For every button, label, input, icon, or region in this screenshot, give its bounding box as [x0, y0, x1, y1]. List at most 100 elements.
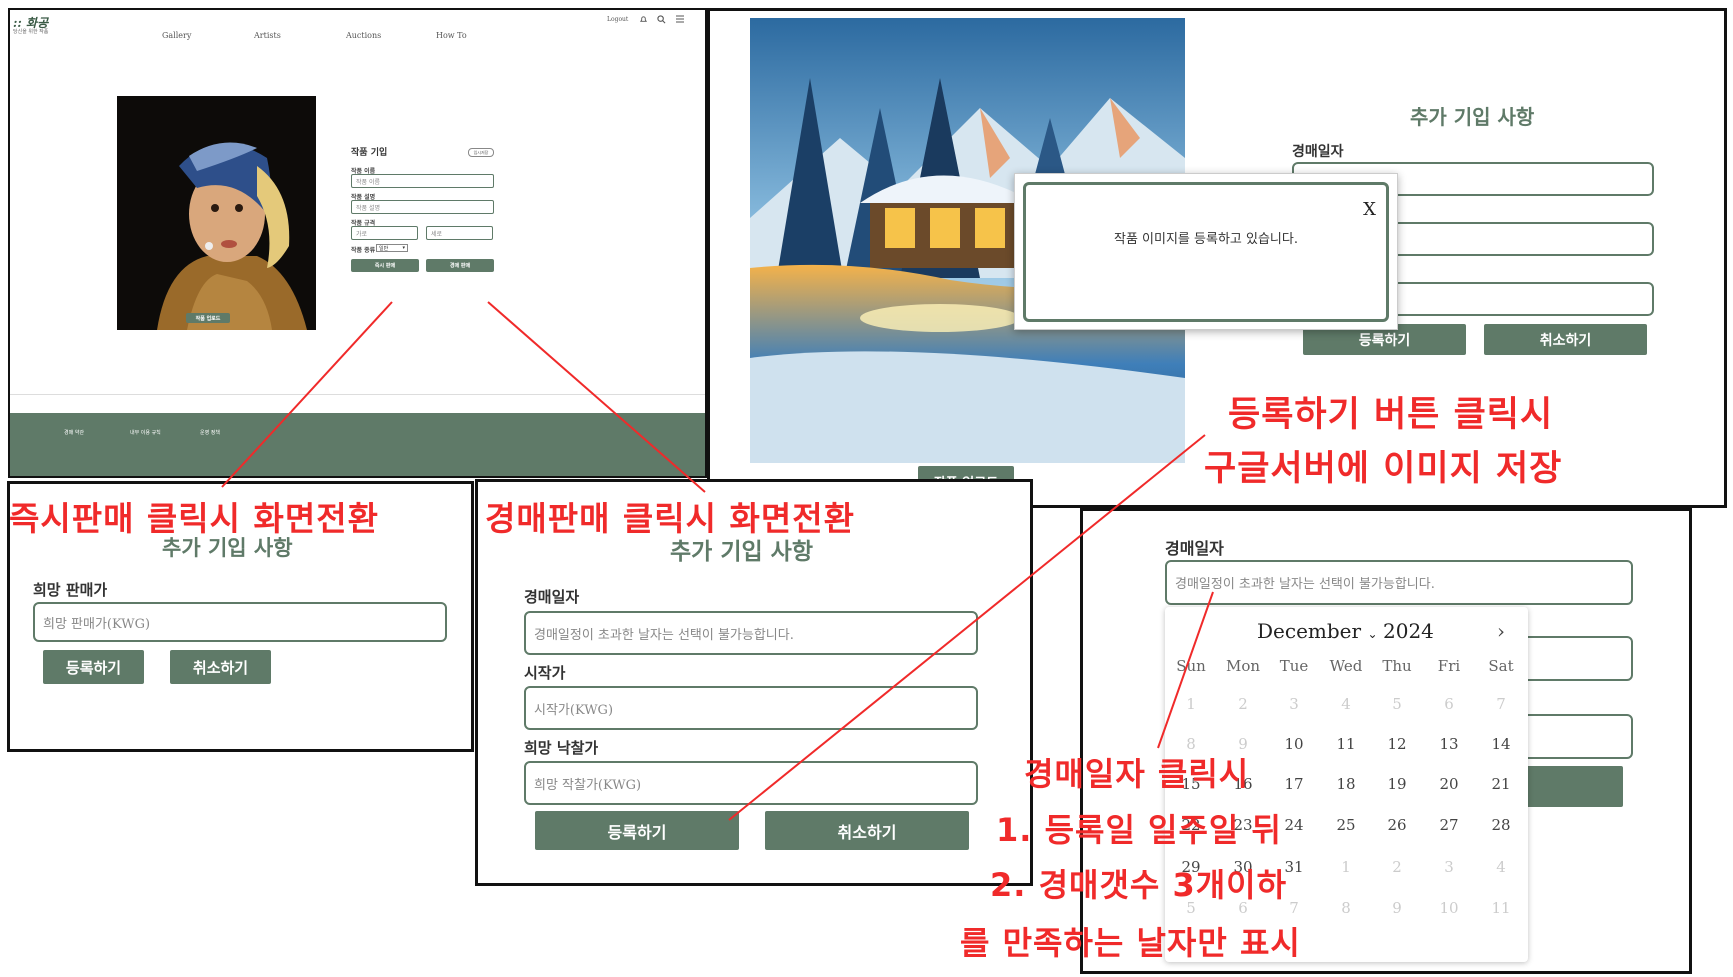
annotation-register-line1: 등록하기 버튼 클릭시	[1228, 395, 1554, 435]
auction-date-label: 경매일자	[1292, 144, 1344, 160]
calendar-day[interactable]: 28	[1475, 816, 1527, 834]
calendar-day[interactable]: 26	[1371, 816, 1423, 834]
calendar-day: 1	[1341, 858, 1351, 876]
calendar-day[interactable]: 17	[1268, 775, 1320, 793]
auction-date-label: 경매일자	[1165, 539, 1224, 558]
cancel-button[interactable]: 취소하기	[765, 811, 969, 850]
weekday-wed: Wed	[1329, 657, 1363, 675]
upload-modal-screenshot: 작품 업로드 추가 기입 사항 경매일자 등록하기 취소하기 X 작품 이미지를…	[707, 8, 1727, 508]
auction-date-input[interactable]: 경매일정이 초과한 날자는 선택이 불가능합니다.	[524, 611, 978, 655]
width-input[interactable]: 가로	[351, 226, 418, 240]
calendar-day[interactable]: 11	[1320, 735, 1372, 753]
bid-price-label: 희망 낙찰가	[524, 739, 599, 757]
month-label: December	[1257, 619, 1362, 643]
annotation-date-line4: 를 만족하는 날자만 표시	[960, 924, 1301, 962]
calendar-day[interactable]: 20	[1423, 775, 1475, 793]
modal-inner: X 작품 이미지를 등록하고 있습니다.	[1023, 182, 1389, 322]
calendar-day: 2	[1392, 858, 1402, 876]
calendar-day[interactable]: 13	[1423, 735, 1475, 753]
calendar-month[interactable]: December ⌄	[1257, 619, 1378, 643]
weekday-sun: Sun	[1176, 657, 1206, 675]
annotation-instant-sale: 즉시판매 클릭시 화면전환	[9, 499, 379, 538]
calendar-day[interactable]: 18	[1320, 775, 1372, 793]
weekday-sat: Sat	[1488, 657, 1514, 675]
chevron-down-icon: ⌄	[1367, 627, 1378, 641]
calendar-day: 5	[1392, 695, 1402, 713]
calendar-day[interactable]: 12	[1371, 735, 1423, 753]
calendar-day[interactable]: 27	[1423, 816, 1475, 834]
footer-bar: 경매 약관 내부 이용 규칙 운영 정책	[10, 413, 705, 476]
modal-close-button[interactable]: X	[1363, 199, 1376, 220]
next-month-icon[interactable]: ›	[1497, 619, 1505, 643]
nav-auctions[interactable]: Auctions	[346, 31, 381, 40]
calendar-day[interactable]: 19	[1371, 775, 1423, 793]
desired-price-label: 희망 판매가	[33, 581, 108, 599]
footer-rules[interactable]: 내부 이용 규칙	[130, 429, 161, 436]
calendar-day[interactable]: 25	[1320, 816, 1372, 834]
annotation-register-line2: 구글서버에 이미지 저장	[1204, 449, 1563, 489]
menu-icon[interactable]	[675, 14, 685, 24]
form-title: 작품 기입	[351, 148, 388, 158]
calendar-day: 7	[1496, 695, 1506, 713]
calendar-day[interactable]: 10	[1268, 735, 1320, 753]
instant-sale-button[interactable]: 즉시 판매	[351, 259, 419, 272]
calendar-day: 6	[1444, 695, 1454, 713]
start-price-input[interactable]: 시작가(KWG)	[524, 686, 978, 730]
upload-modal: X 작품 이미지를 등록하고 있습니다.	[1014, 173, 1398, 330]
auction-sale-form-screenshot: 추가 기입 사항 경매일자 경매일정이 초과한 날자는 선택이 불가능합니다. …	[475, 479, 1033, 886]
height-input[interactable]: 세로	[426, 226, 493, 240]
search-icon[interactable]	[657, 15, 666, 24]
annotation-date-line2: 1. 등록일 일주일 뒤	[996, 811, 1282, 849]
logo-subtitle: 당신을 위한 작품	[13, 29, 49, 35]
chevron-down-icon: ▾	[402, 245, 405, 251]
calendar-day: 3	[1289, 695, 1299, 713]
calendar-day: 10	[1439, 899, 1459, 917]
annotation-date-line1: 경매일자 클릭시	[1024, 755, 1250, 793]
nav-howto[interactable]: How To	[436, 31, 467, 40]
logout-link[interactable]: Logout	[607, 16, 628, 23]
cancel-button[interactable]: 취소하기	[1484, 324, 1647, 355]
weekday-fri: Fri	[1437, 657, 1461, 675]
extra-info-title: 추가 기입 사항	[1410, 105, 1535, 129]
calendar-day: 9	[1392, 899, 1402, 917]
calendar-day: 3	[1444, 858, 1454, 876]
footer-policy[interactable]: 운영 정책	[200, 429, 220, 436]
calendar-day[interactable]: 21	[1475, 775, 1527, 793]
register-button[interactable]: 등록하기	[43, 650, 144, 684]
nav-gallery[interactable]: Gallery	[162, 31, 191, 40]
name-input[interactable]: 작품 이름	[351, 174, 494, 188]
artwork-preview	[117, 96, 316, 330]
start-price-label: 시작가	[524, 664, 566, 682]
calendar-year[interactable]: 2024	[1383, 619, 1434, 643]
calendar-day: 11	[1491, 899, 1511, 917]
modal-message: 작품 이미지를 등록하고 있습니다.	[1114, 232, 1298, 247]
type-label: 작품 종류	[351, 247, 376, 254]
divider	[10, 394, 705, 395]
bell-icon[interactable]	[639, 15, 648, 24]
auction-date-input[interactable]: 경매일정이 초과한 날자는 선택이 불가능합니다.	[1165, 560, 1633, 605]
footer-terms[interactable]: 경매 약관	[64, 429, 84, 436]
type-select-value: 일반	[379, 246, 389, 252]
calendar-day[interactable]: 14	[1475, 735, 1527, 753]
register-button[interactable]: 등록하기	[535, 811, 739, 850]
calendar-day: 2	[1238, 695, 1248, 713]
auction-sale-button[interactable]: 경매 판매	[426, 259, 494, 272]
calendar-day: 1	[1186, 695, 1196, 713]
type-select[interactable]: 일반 ▾	[376, 244, 408, 252]
upload-artwork-button[interactable]: 작품 업로드	[186, 313, 230, 323]
auction-date-label: 경매일자	[524, 588, 580, 606]
calendar-day: 8	[1341, 899, 1351, 917]
bid-price-input[interactable]: 희망 작찰가(KWG)	[524, 761, 978, 805]
desc-input[interactable]: 작품 설명	[351, 200, 494, 214]
nav-artists[interactable]: Artists	[254, 31, 281, 40]
calendar-day: 4	[1341, 695, 1351, 713]
temp-save-button[interactable]: 임시저장	[468, 148, 494, 157]
weekday-tue: Tue	[1279, 657, 1309, 675]
weekday-mon: Mon	[1225, 657, 1261, 675]
calendar-day: 4	[1496, 858, 1506, 876]
registration-page-screenshot: :: 화공 당신을 위한 작품 Gallery Artists Auctions…	[8, 8, 707, 478]
weekday-thu: Thu	[1382, 657, 1412, 675]
desired-price-input[interactable]: 희망 판매가(KWG)	[33, 602, 447, 642]
annotation-auction-sale: 경매판매 클릭시 화면전환	[485, 499, 855, 538]
cancel-button[interactable]: 취소하기	[170, 650, 271, 684]
